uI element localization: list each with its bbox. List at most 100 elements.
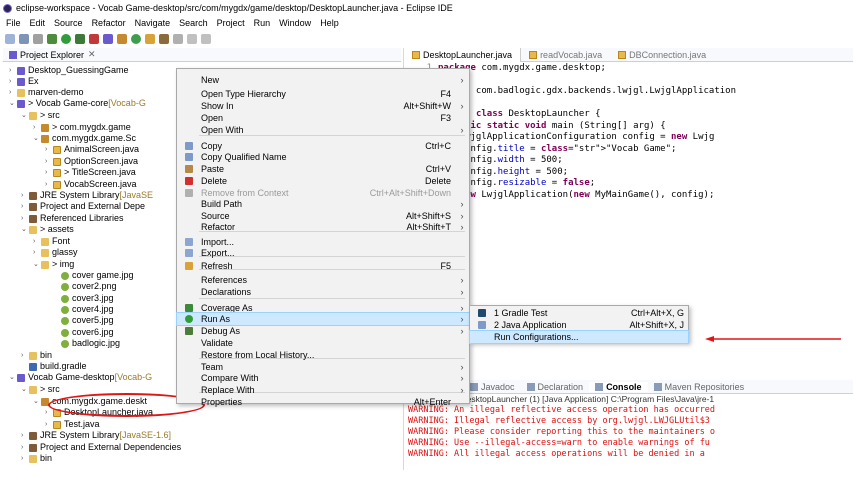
tree-item[interactable]: › > TitleScreen.java [45,167,136,178]
menu-item-declarations[interactable]: Declarations › [177,286,469,298]
menu-item-open-type-hierarchy[interactable]: Open Type Hierarchy F4 [177,88,469,100]
collapsed-chevron-icon[interactable]: › [33,247,41,258]
menu-item-debug-as[interactable]: Debug As › [177,325,469,337]
tree-item[interactable]: › bin [21,453,52,464]
tree-item[interactable]: cover4.jpg [53,304,114,315]
collapsed-chevron-icon[interactable]: › [21,201,29,212]
tree-item[interactable]: ⌄ > src [21,384,60,395]
collapsed-chevron-icon[interactable]: › [9,76,17,87]
tree-item[interactable]: › Project and External Depe [21,201,145,212]
menu-item-validate[interactable]: Validate [177,337,469,349]
menu-item-refactor[interactable]: Refactor Alt+Shift+T › [177,221,469,233]
menu-item-references[interactable]: References › [177,274,469,286]
tree-item[interactable]: › bin [21,350,52,361]
tree-item[interactable]: › AnimalScreen.java [45,144,139,155]
tree-item[interactable]: cover game.jpg [53,270,134,281]
expanded-chevron-icon[interactable]: ⌄ [33,259,41,270]
tree-item[interactable]: ⌄ com.mygdx.game.Sc [33,133,136,144]
menu-search[interactable]: Search [179,18,208,28]
menu-item-refresh[interactable]: Refresh F5 [177,260,469,272]
tree-item[interactable]: ⌄ > src [21,110,60,121]
collapsed-chevron-icon[interactable]: › [21,442,29,453]
menu-refactor[interactable]: Refactor [92,18,126,28]
menu-edit[interactable]: Edit [30,18,46,28]
expanded-chevron-icon[interactable]: ⌄ [33,396,41,407]
menu-item-show-in[interactable]: Show In Alt+Shift+W › [177,100,469,112]
collapsed-chevron-icon[interactable]: › [21,190,29,201]
collapsed-chevron-icon[interactable]: › [45,144,53,155]
menu-run[interactable]: Run [254,18,271,28]
expanded-chevron-icon[interactable]: ⌄ [9,372,17,383]
menu-item-run-as[interactable]: Run As › [176,312,470,326]
editor-tab[interactable]: DesktopLauncher.java [404,47,522,62]
collapsed-chevron-icon[interactable]: › [45,167,53,178]
forward-icon[interactable] [201,34,211,44]
coverage-icon[interactable] [75,34,85,44]
menu-item-copy-qualified-name[interactable]: Copy Qualified Name [177,151,469,163]
menu-item-properties[interactable]: Properties Alt+Enter [177,396,469,408]
menu-item-compare-with[interactable]: Compare With › [177,372,469,384]
print-icon[interactable] [33,34,43,44]
editor-tab[interactable]: readVocab.java [521,48,610,62]
tab-javadoc[interactable]: Javadoc [464,382,521,392]
new-java-project-icon[interactable] [103,34,113,44]
submenu-item-run-configurations[interactable]: Run Configurations... [469,330,689,344]
tree-item[interactable]: ⌄ Vocab Game-desktop [Vocab-G [9,372,152,383]
open-type-icon[interactable] [145,34,155,44]
collapsed-chevron-icon[interactable]: › [45,419,53,430]
project-explorer-tab[interactable]: Project Explorer ✕ [3,48,401,62]
expanded-chevron-icon[interactable]: ⌄ [9,98,17,109]
editor-tab[interactable]: DBConnection.java [610,48,714,62]
expanded-chevron-icon[interactable]: ⌄ [21,384,29,395]
expanded-chevron-icon[interactable]: ⌄ [21,224,29,235]
tree-item[interactable]: › Test.java [45,419,100,430]
collapsed-chevron-icon[interactable]: › [9,87,17,98]
collapsed-chevron-icon[interactable]: › [21,430,29,441]
tree-item[interactable]: › Referenced Libraries [21,213,124,224]
tree-item[interactable]: cover6.jpg [53,327,114,338]
menu-navigate[interactable]: Navigate [135,18,171,28]
back-icon[interactable] [187,34,197,44]
tree-item[interactable]: › OptionScreen.java [45,156,138,167]
search-icon[interactable] [159,34,169,44]
menu-source[interactable]: Source [54,18,83,28]
new-package-icon[interactable] [117,34,127,44]
tree-item[interactable]: cover2.png [53,281,117,292]
menu-item-delete[interactable]: Delete Delete [177,175,469,187]
menu-window[interactable]: Window [279,18,311,28]
menu-item-new[interactable]: New › [177,74,469,86]
tree-item[interactable]: badlogic.jpg [53,338,120,349]
tree-item[interactable]: › glassy [33,247,78,258]
menu-item-open-with[interactable]: Open With › [177,124,469,136]
tree-item[interactable]: build.gradle [21,361,87,372]
external-tools-icon[interactable] [89,34,99,44]
tree-item[interactable]: cover3.jpg [53,293,114,304]
save-icon[interactable] [19,34,29,44]
tree-item[interactable]: cover5.jpg [53,315,114,326]
menu-item-build-path[interactable]: Build Path › [177,198,469,210]
collapsed-chevron-icon[interactable]: › [45,156,53,167]
tree-item[interactable]: ⌄ > Vocab Game-core [Vocab-G [9,98,146,109]
collapsed-chevron-icon[interactable]: › [21,350,29,361]
next-annotation-icon[interactable] [173,34,183,44]
tree-item[interactable]: › Font [33,236,70,247]
collapsed-chevron-icon[interactable]: › [33,122,41,133]
submenu-item-1-gradle-test[interactable]: 1 Gradle Test Ctrl+Alt+X, G [470,307,688,319]
tab-console[interactable]: Console [589,381,648,392]
tree-item[interactable]: › Project and External Dependencies [21,442,181,453]
tree-item[interactable]: › Desktop_GuessingGame [9,65,129,76]
submenu-item-2-java-application[interactable]: 2 Java Application Alt+Shift+X, J [470,319,688,331]
menu-item-restore-from-local-history[interactable]: Restore from Local History... [177,349,469,361]
expanded-chevron-icon[interactable]: ⌄ [33,133,41,144]
menu-item-paste[interactable]: Paste Ctrl+V [177,163,469,175]
collapsed-chevron-icon[interactable]: › [21,453,29,464]
menu-item-replace-with[interactable]: Replace With › [177,384,469,396]
tree-item[interactable]: › marven-demo [9,87,84,98]
menu-help[interactable]: Help [320,18,339,28]
collapsed-chevron-icon[interactable]: › [21,213,29,224]
tab-declaration[interactable]: Declaration [521,382,590,392]
new-class-icon[interactable] [131,34,141,44]
tree-item[interactable]: › VocabScreen.java [45,179,137,190]
debug-icon[interactable] [47,34,57,44]
collapsed-chevron-icon[interactable]: › [33,236,41,247]
